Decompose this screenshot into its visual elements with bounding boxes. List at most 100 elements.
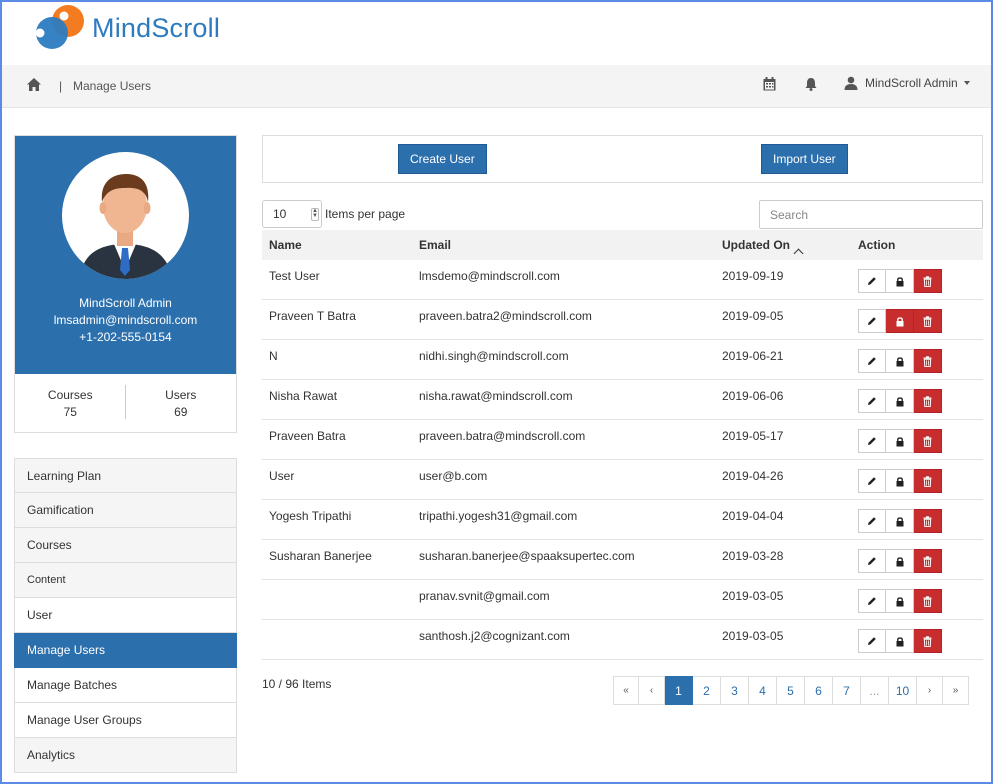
- table-row[interactable]: Yogesh Tripathi tripathi.yogesh31@gmail.c…: [262, 500, 983, 540]
- lock-icon[interactable]: [886, 509, 914, 533]
- lock-icon[interactable]: [886, 549, 914, 573]
- logo[interactable]: MindScroll: [16, 4, 220, 52]
- page-1-button[interactable]: 1: [665, 676, 693, 705]
- pagination: «‹ 1 2 3 4 5 6 7... 10 ›»: [613, 676, 969, 705]
- delete-icon[interactable]: [914, 589, 942, 613]
- sidebar-item-user[interactable]: User: [14, 598, 237, 633]
- column-header-name[interactable]: Name: [269, 238, 302, 252]
- table-row[interactable]: pranav.svnit@gmail.com 2019-03-05: [262, 580, 983, 620]
- page-5-button[interactable]: 5: [777, 676, 805, 705]
- sidebar-item-learning-plan[interactable]: Learning Plan: [14, 458, 237, 493]
- page-6-button[interactable]: 6: [805, 676, 833, 705]
- page-3-button[interactable]: 3: [721, 676, 749, 705]
- edit-icon[interactable]: [858, 349, 886, 373]
- avatar: [62, 152, 189, 279]
- page-7-button[interactable]: 7: [833, 676, 861, 705]
- sidebar-item-courses[interactable]: Courses: [14, 528, 237, 563]
- cell-email: nidhi.singh@mindscroll.com: [419, 349, 569, 363]
- last-page-button[interactable]: »: [943, 676, 969, 705]
- delete-icon[interactable]: [914, 549, 942, 573]
- edit-icon[interactable]: [858, 389, 886, 413]
- delete-icon[interactable]: [914, 469, 942, 493]
- items-per-page-input[interactable]: 10 ▲ ▼: [262, 200, 322, 228]
- delete-icon[interactable]: [914, 509, 942, 533]
- import-user-button[interactable]: Import User: [761, 144, 848, 174]
- edit-icon[interactable]: [858, 269, 886, 293]
- edit-icon[interactable]: [858, 549, 886, 573]
- lock-icon[interactable]: [886, 269, 914, 293]
- cell-email: nisha.rawat@mindscroll.com: [419, 389, 573, 403]
- delete-icon[interactable]: [914, 349, 942, 373]
- create-user-button[interactable]: Create User: [398, 144, 487, 174]
- table-row[interactable]: Nisha Rawat nisha.rawat@mindscroll.com 201…: [262, 380, 983, 420]
- table-row[interactable]: Praveen Batra praveen.batra@mindscroll.co…: [262, 420, 983, 460]
- edit-icon[interactable]: [858, 509, 886, 533]
- cell-updated-on: 2019-03-28: [722, 549, 784, 563]
- delete-icon[interactable]: [914, 629, 942, 653]
- delete-icon[interactable]: [914, 309, 942, 333]
- prev-page-button[interactable]: ‹: [639, 676, 665, 705]
- column-header-email[interactable]: Email: [419, 238, 451, 252]
- row-actions: [858, 389, 942, 413]
- lock-icon[interactable]: [886, 629, 914, 653]
- delete-icon[interactable]: [914, 269, 942, 293]
- row-actions: [858, 469, 942, 493]
- table-row[interactable]: santhosh.j2@cognizant.com 2019-03-05: [262, 620, 983, 660]
- lock-icon[interactable]: [886, 469, 914, 493]
- items-count: 10 / 96 Items: [262, 677, 332, 691]
- cell-name: N: [269, 349, 278, 363]
- column-header-updated-on-label: Updated On: [722, 238, 790, 252]
- page-4-button[interactable]: 4: [749, 676, 777, 705]
- sidebar-item-manage-users[interactable]: Manage Users: [14, 633, 237, 668]
- lock-icon[interactable]: [886, 349, 914, 373]
- table-row[interactable]: Nnidhi.singh@mindscroll.com 2019-06-21: [262, 340, 983, 380]
- row-actions: [858, 309, 942, 333]
- cell-updated-on: 2019-06-06: [722, 389, 784, 403]
- edit-icon[interactable]: [858, 629, 886, 653]
- lock-icon[interactable]: [886, 309, 914, 333]
- page-10-button[interactable]: 10: [889, 676, 917, 705]
- sidebar-item-content[interactable]: Content: [14, 563, 237, 598]
- column-header-updated-on[interactable]: Updated On: [722, 238, 804, 259]
- table-row[interactable]: User user@b.com 2019-04-26: [262, 460, 983, 500]
- edit-icon[interactable]: [858, 589, 886, 613]
- lock-icon[interactable]: [886, 429, 914, 453]
- app-header: MindScroll: [0, 0, 993, 65]
- cell-updated-on: 2019-06-21: [722, 349, 784, 363]
- cell-name: Susharan Banerjee: [269, 549, 372, 563]
- sort-ascending-icon[interactable]: [793, 248, 804, 259]
- table-row[interactable]: Praveen T Batra praveen.batra2@mindscroll…: [262, 300, 983, 340]
- delete-icon[interactable]: [914, 389, 942, 413]
- search-input[interactable]: [759, 200, 983, 229]
- sidebar-item-manage-user-groups[interactable]: Manage User Groups: [14, 703, 237, 738]
- user-menu[interactable]: MindScroll Admin: [844, 76, 970, 90]
- table-row[interactable]: Test User lmsdemo@mindscroll.com 2019-09-1…: [262, 260, 983, 300]
- first-page-button[interactable]: «: [613, 676, 639, 705]
- stepper-icon[interactable]: ▲ ▼: [311, 208, 319, 221]
- profile-phone: +1-202-555-0154: [79, 330, 172, 344]
- row-actions: [858, 629, 942, 653]
- cell-updated-on: 2019-09-19: [722, 269, 784, 283]
- items-per-page-value: 10: [273, 207, 287, 221]
- delete-icon[interactable]: [914, 429, 942, 453]
- row-actions: [858, 509, 942, 533]
- lock-icon[interactable]: [886, 589, 914, 613]
- users-stat-value: 69: [174, 405, 188, 419]
- table-row[interactable]: Susharan Banerjee susharan.banerjee@spaak…: [262, 540, 983, 580]
- sidebar-item-analytics[interactable]: Analytics: [14, 738, 237, 773]
- sidebar-item-gamification[interactable]: Gamification: [14, 493, 237, 528]
- calendar-icon[interactable]: [763, 77, 777, 92]
- edit-icon[interactable]: [858, 309, 886, 333]
- table-header: Name Email Updated On Action: [262, 230, 983, 260]
- column-header-action: Action: [858, 238, 896, 252]
- cell-email: susharan.banerjee@spaaksupertec.com: [419, 549, 635, 563]
- next-page-button[interactable]: ›: [917, 676, 943, 705]
- lock-icon[interactable]: [886, 389, 914, 413]
- home-icon[interactable]: [26, 77, 42, 93]
- sidebar-item-manage-batches[interactable]: Manage Batches: [14, 668, 237, 703]
- edit-icon[interactable]: [858, 429, 886, 453]
- page-2-button[interactable]: 2: [693, 676, 721, 705]
- bell-icon[interactable]: [804, 77, 819, 92]
- cell-email: santhosh.j2@cognizant.com: [419, 629, 570, 643]
- edit-icon[interactable]: [858, 469, 886, 493]
